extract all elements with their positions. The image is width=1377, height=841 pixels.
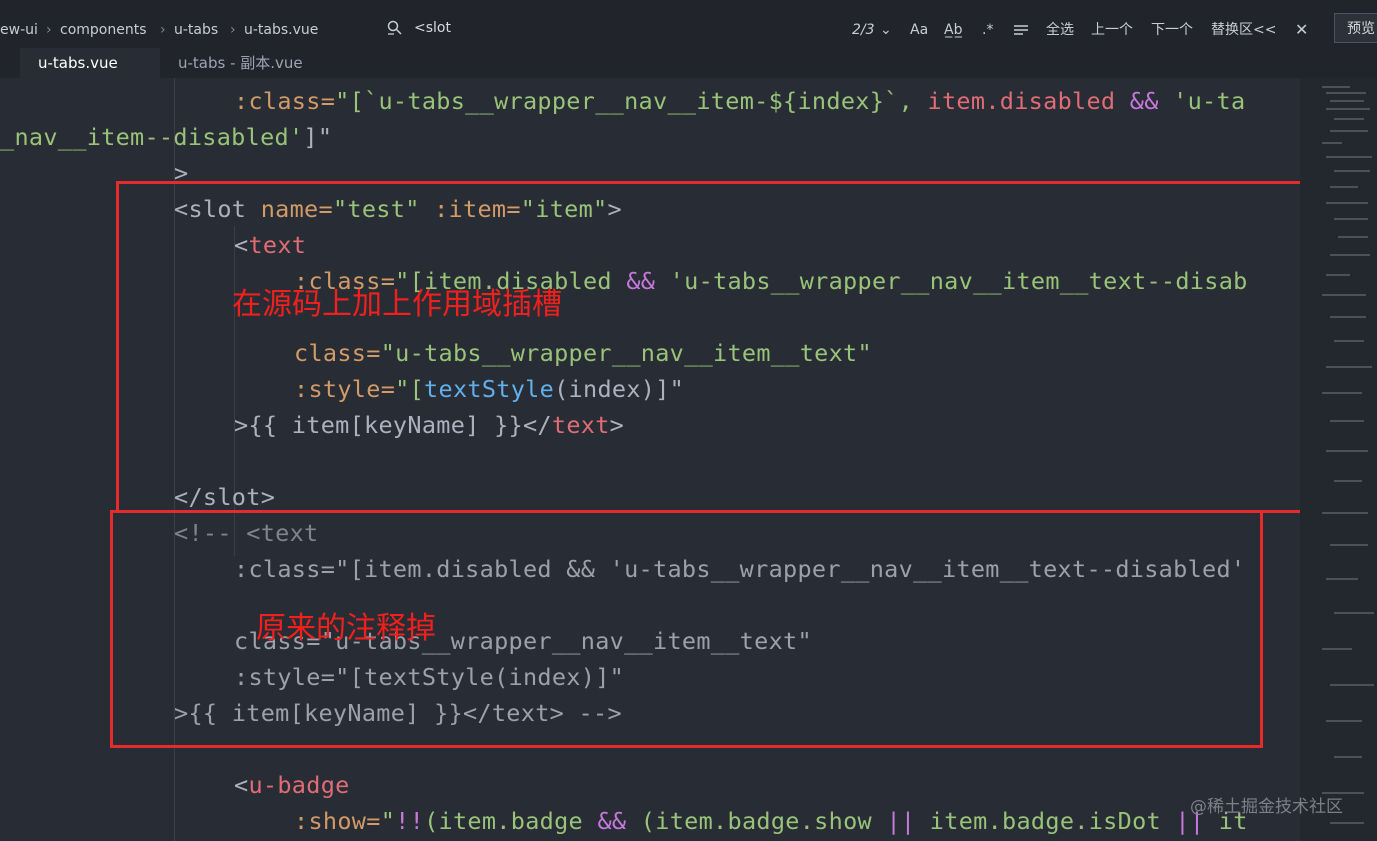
breadcrumb-item[interactable]: components (60, 20, 147, 40)
code-token: u-badge (248, 771, 350, 799)
find-input[interactable]: <slot (414, 20, 451, 36)
match-count: 2/3 (852, 22, 875, 38)
annotation-label-top: 在源码上加上作用域插槽 (232, 287, 562, 322)
code-token: && (597, 807, 627, 835)
code-token: item.disabled (927, 87, 1116, 115)
preview-button[interactable]: 预览 (1334, 13, 1377, 43)
select-all-button[interactable]: 全选 (1046, 20, 1074, 40)
code-token: _nav__item--disabled' (0, 123, 304, 151)
code-token: < (234, 771, 249, 799)
breadcrumb-item[interactable]: u-tabs (174, 20, 218, 40)
minimap[interactable] (1300, 78, 1377, 841)
code-token: ]" (303, 123, 333, 151)
code-token: item.badge.isDot (915, 807, 1176, 835)
code-token: !! (395, 807, 425, 835)
code-line: :class="[`u-tabs__wrapper__nav__item-${i… (234, 83, 1245, 119)
search-icon (386, 19, 404, 37)
code-token: (item.badge.show (626, 807, 887, 835)
whole-word-toggle[interactable]: A̲b̲ (944, 20, 962, 40)
breadcrumb-item[interactable]: ew-ui (0, 20, 38, 40)
chevron-down-icon[interactable]: ⌄ (880, 20, 892, 40)
code-token: || (886, 807, 916, 835)
find-prev-button[interactable]: 上一个 (1091, 20, 1133, 40)
replace-toggle-button[interactable]: 替换区<< (1211, 20, 1276, 40)
code-line: _nav__item--disabled']" (0, 119, 332, 155)
find-next-button[interactable]: 下一个 (1151, 20, 1193, 40)
top-toolbar: ew-ui › components › u-tabs › u-tabs.vue… (0, 0, 1377, 48)
breadcrumb-separator: › (46, 22, 52, 38)
code-token: (item.badge (424, 807, 598, 835)
tab-bar: u-tabs.vue u-tabs - 副本.vue (0, 48, 1377, 78)
watermark: @稀土掘金技术社区 (1190, 797, 1343, 817)
code-token: " (380, 807, 396, 835)
find-widget: <slot (382, 16, 852, 44)
annotation-box-top (116, 181, 1304, 513)
annotation-label-bottom: 原来的注释掉 (256, 611, 436, 646)
code-token: "[`u-tabs__wrapper__nav__item-${index}`, (335, 87, 928, 115)
code-token: :show= (294, 807, 381, 835)
match-case-toggle[interactable]: Aa (910, 20, 928, 40)
list-icon[interactable] (1012, 20, 1030, 40)
breadcrumb-item[interactable]: u-tabs.vue (244, 20, 318, 40)
tab-u-tabs-vue[interactable]: u-tabs.vue (20, 48, 160, 78)
code-line: <u-badge (234, 767, 350, 803)
breadcrumb-separator: › (160, 22, 166, 38)
code-line: :show="!!(item.badge && (item.badge.show… (294, 803, 1248, 839)
code-token: :class= (234, 87, 336, 115)
breadcrumb-separator: › (230, 22, 236, 38)
code-token: 'u-ta (1173, 87, 1246, 115)
regex-toggle[interactable]: .* (982, 20, 993, 40)
tab-u-tabs-copy-vue[interactable]: u-tabs - 副本.vue (160, 48, 338, 78)
code-token: && (1115, 87, 1174, 115)
close-icon[interactable]: ✕ (1295, 20, 1308, 40)
